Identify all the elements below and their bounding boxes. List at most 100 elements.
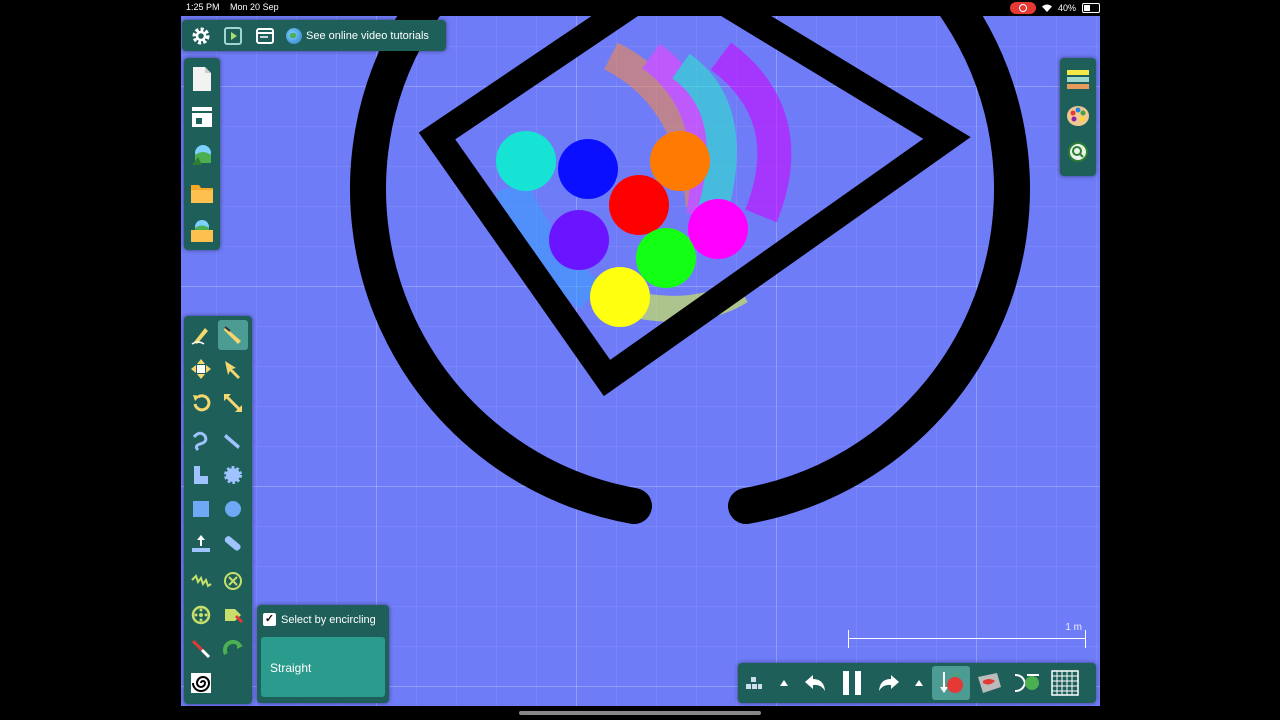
encircle-checkbox[interactable]: ✓ <box>263 613 276 626</box>
chain-tool[interactable] <box>218 528 248 558</box>
undo-icon <box>805 675 825 691</box>
wifi-icon <box>1041 4 1052 12</box>
box-shape-icon <box>193 501 209 517</box>
undo-button[interactable] <box>798 666 832 700</box>
thruster-tool[interactable] <box>218 634 248 664</box>
open-scene-button[interactable] <box>187 176 217 210</box>
polygon-tool[interactable] <box>186 460 216 490</box>
window-button[interactable] <box>252 23 278 49</box>
spring-tool[interactable] <box>186 566 216 596</box>
straight-mode-button[interactable]: Straight <box>261 637 385 697</box>
play-scene-button[interactable] <box>220 23 246 49</box>
pause-button[interactable] <box>832 666 872 700</box>
sketch-tool[interactable] <box>186 320 216 350</box>
pen-tool[interactable] <box>218 426 248 456</box>
redo-history-button[interactable] <box>906 666 932 700</box>
layers-button[interactable] <box>1063 62 1093 96</box>
pen-icon <box>224 434 240 449</box>
chevron-up-icon <box>780 680 788 686</box>
scene-browser-icon <box>192 145 211 165</box>
sketch-icon <box>191 328 208 345</box>
spring-icon <box>191 574 212 588</box>
air-friction-button[interactable] <box>970 666 1008 700</box>
tracer-tool[interactable] <box>218 600 248 630</box>
chevron-up-icon <box>915 680 923 686</box>
status-time: 1:25 PM <box>186 2 220 12</box>
redo-icon <box>879 675 899 691</box>
box-button[interactable] <box>187 100 217 134</box>
scale-icon <box>224 394 242 412</box>
battery-icon <box>1082 3 1100 13</box>
knife-tool[interactable] <box>218 320 248 350</box>
move-icon <box>191 359 211 379</box>
undo-history-button[interactable] <box>770 666 798 700</box>
fixate-icon <box>224 572 242 590</box>
status-date: Mon 20 Sep <box>230 2 279 12</box>
drag-tool[interactable] <box>218 354 248 384</box>
zoom-icon <box>1068 142 1088 162</box>
gravity-icon <box>940 672 963 693</box>
scale-tick-left <box>848 630 849 648</box>
rotate-tool[interactable] <box>186 388 216 418</box>
grid-icon <box>1051 670 1079 696</box>
layers-icon <box>1067 70 1089 89</box>
texture-tool[interactable] <box>186 668 216 698</box>
scene-objects <box>350 16 1030 524</box>
home-indicator <box>519 711 761 715</box>
ball-purple <box>549 210 609 270</box>
axle-tool[interactable] <box>186 600 216 630</box>
laser-tool[interactable] <box>186 634 216 664</box>
file-toolbar <box>184 58 220 250</box>
controller-button[interactable] <box>1008 666 1046 700</box>
ball-blue <box>558 139 618 199</box>
thruster-icon <box>222 639 243 655</box>
tutorials-link[interactable]: See online video tutorials <box>284 27 429 44</box>
selection-options-panel: ✓ Select by encircling Straight <box>257 605 389 703</box>
ball-yellow <box>590 267 650 327</box>
zoom-button[interactable] <box>1063 136 1093 170</box>
rotate-icon <box>193 394 211 412</box>
new-scene-button[interactable] <box>187 62 217 96</box>
gravity-button[interactable] <box>932 666 970 700</box>
laser-icon <box>191 639 211 659</box>
polygon-icon <box>194 466 208 484</box>
circle-shape-tool[interactable] <box>218 494 248 524</box>
grid-dots-icon <box>746 677 762 689</box>
controller-icon <box>1014 674 1039 692</box>
rope-icon <box>192 431 208 452</box>
palette-icon <box>1067 106 1089 126</box>
tracer-icon <box>225 609 244 624</box>
drag-icon <box>225 361 240 379</box>
straight-mode-label: Straight <box>270 661 312 675</box>
scale-line <box>848 638 1086 639</box>
ball-magenta <box>688 199 748 259</box>
gear-shape-tool[interactable] <box>218 460 248 490</box>
scale-tool[interactable] <box>218 388 248 418</box>
ball-orange <box>650 131 710 191</box>
top-toolbar: See online video tutorials <box>182 20 446 51</box>
move-tool[interactable] <box>186 354 216 384</box>
settings-button[interactable] <box>188 23 214 49</box>
circle-shape-icon <box>225 501 241 517</box>
window-icon <box>256 27 274 44</box>
fixate-tool[interactable] <box>218 566 248 596</box>
my-scenes-button[interactable] <box>187 214 217 248</box>
grid-toggle-button[interactable] <box>1046 666 1084 700</box>
scene-browser-button[interactable] <box>187 138 217 172</box>
box-icon <box>192 107 212 127</box>
rope-tool[interactable] <box>186 426 216 456</box>
gear-shape-icon <box>224 466 242 484</box>
simulation-canvas[interactable] <box>181 16 1100 706</box>
axle-icon <box>191 605 211 625</box>
redo-button[interactable] <box>872 666 906 700</box>
palette-button[interactable] <box>1063 99 1093 133</box>
plane-tool[interactable] <box>186 528 216 558</box>
encircle-checkbox-row[interactable]: ✓ Select by encircling <box>263 613 376 626</box>
gear-icon <box>192 27 210 44</box>
globe-icon <box>286 27 302 44</box>
toggle-toolbars-button[interactable] <box>738 666 770 700</box>
box-shape-tool[interactable] <box>186 494 216 524</box>
scene-folder-icon <box>191 220 213 242</box>
ball-red <box>609 175 669 235</box>
simulation-control-bar <box>738 663 1096 703</box>
